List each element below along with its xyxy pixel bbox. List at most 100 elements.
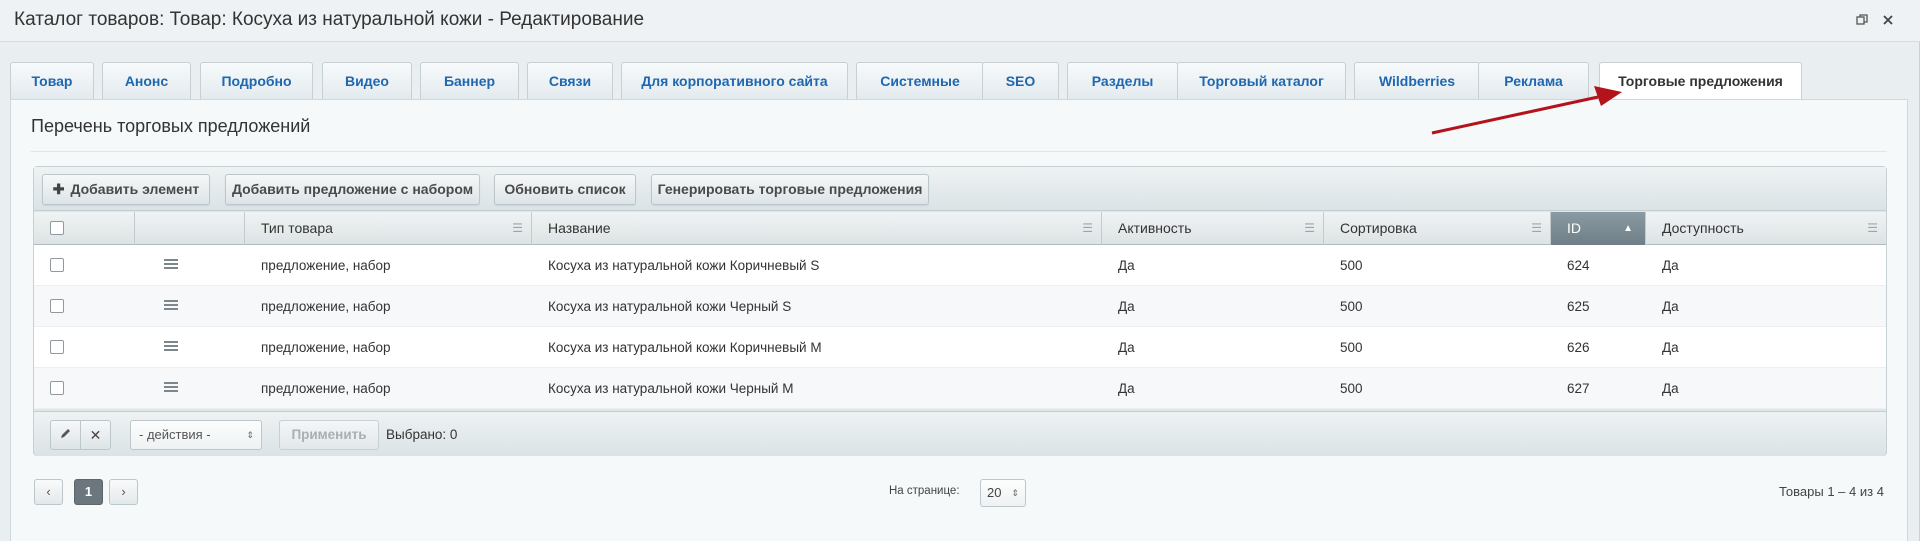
tab-system[interactable]: Системные xyxy=(856,62,984,99)
select-all-checkbox[interactable] xyxy=(50,221,64,235)
column-header-type-label: Тип товара xyxy=(261,220,333,236)
tab-video[interactable]: Видео xyxy=(322,62,412,99)
cell-availability: Да xyxy=(1662,381,1679,396)
section-divider xyxy=(31,151,1887,152)
cell-type: предложение, набор xyxy=(261,381,391,396)
column-header-sort-label: Сортировка xyxy=(1340,220,1417,236)
apply-button[interactable]: Применить xyxy=(279,420,379,450)
per-page-value: 20 xyxy=(987,485,1002,500)
cell-sort: 500 xyxy=(1340,340,1363,355)
tab-bar: Товар Анонс Подробно Видео Баннер Связи … xyxy=(10,62,1920,100)
window-titlebar: Каталог товаров: Товар: Косуха из натура… xyxy=(0,0,1920,42)
add-element-label: Добавить элемент xyxy=(70,181,200,197)
cell-sort: 500 xyxy=(1340,299,1363,314)
cell-id: 627 xyxy=(1567,381,1590,396)
cell-type: предложение, набор xyxy=(261,258,391,273)
edit-button[interactable] xyxy=(50,420,81,450)
cell-active: Да xyxy=(1118,340,1135,355)
table-row[interactable]: предложение, набор Косуха из натуральной… xyxy=(34,286,1886,327)
cell-id: 624 xyxy=(1567,258,1590,273)
table-row[interactable]: предложение, набор Косуха из натуральной… xyxy=(34,327,1886,368)
pager-next-button[interactable]: › xyxy=(109,479,138,505)
cell-sort: 500 xyxy=(1340,258,1363,273)
delete-button[interactable]: ✕ xyxy=(80,420,111,450)
tab-svyazi[interactable]: Связи xyxy=(527,62,613,99)
header-checkbox-cell xyxy=(34,212,135,245)
offers-grid: ✚ Добавить элемент Добавить предложение с… xyxy=(33,166,1887,456)
column-header-type[interactable]: Тип товара ☰ xyxy=(245,212,532,245)
close-icon-graphic xyxy=(1883,15,1893,25)
section-title: Перечень торговых предложений xyxy=(31,116,311,136)
selected-count: Выбрано: 0 xyxy=(386,427,458,442)
refresh-list-button[interactable]: Обновить список xyxy=(494,174,636,205)
tab-tovar[interactable]: Товар xyxy=(10,62,94,99)
cell-sort: 500 xyxy=(1340,381,1363,396)
restore-icon-graphic xyxy=(1856,14,1868,25)
close-icon[interactable] xyxy=(1880,13,1896,29)
tab-anons[interactable]: Анонс xyxy=(102,62,191,99)
edit-window: Каталог товаров: Товар: Косуха из натура… xyxy=(0,0,1920,541)
tab-sections[interactable]: Разделы xyxy=(1067,62,1178,99)
tab-podrobno[interactable]: Подробно xyxy=(200,62,313,99)
row-checkbox[interactable] xyxy=(50,381,64,395)
cell-name: Косуха из натуральной кожи Черный M xyxy=(548,381,794,396)
add-set-offer-button[interactable]: Добавить предложение с набором xyxy=(225,174,480,205)
tab-seo[interactable]: SEO xyxy=(982,62,1059,99)
tab-banner[interactable]: Баннер xyxy=(420,62,519,99)
column-header-id-label: ID xyxy=(1567,220,1581,236)
total-items: Товары 1 – 4 из 4 xyxy=(1779,484,1884,499)
column-menu-icon[interactable]: ☰ xyxy=(512,212,523,245)
tab-corporate-site[interactable]: Для корпоративного сайта xyxy=(621,62,848,99)
row-checkbox[interactable] xyxy=(50,258,64,272)
generate-offers-button[interactable]: Генерировать торговые предложения xyxy=(651,174,929,205)
row-menu-icon[interactable] xyxy=(164,341,178,351)
cell-availability: Да xyxy=(1662,299,1679,314)
column-menu-icon[interactable]: ☰ xyxy=(1082,212,1093,245)
cell-availability: Да xyxy=(1662,258,1679,273)
column-header-sort[interactable]: Сортировка ☰ xyxy=(1324,212,1551,245)
window-title: Каталог товаров: Товар: Косуха из натура… xyxy=(14,9,645,30)
tab-trade-catalog[interactable]: Торговый каталог xyxy=(1177,62,1346,99)
cell-id: 625 xyxy=(1567,299,1590,314)
cell-name: Косуха из натуральной кожи Коричневый S xyxy=(548,258,820,273)
cell-id: 626 xyxy=(1567,340,1590,355)
actions-select-value: - действия - xyxy=(139,427,211,442)
offers-panel: Перечень торговых предложений ✚ Добавить … xyxy=(10,99,1908,541)
table-row[interactable]: предложение, набор Косуха из натуральной… xyxy=(34,368,1886,409)
tab-advertising[interactable]: Реклама xyxy=(1478,62,1589,99)
column-header-name[interactable]: Название ☰ xyxy=(532,212,1102,245)
cell-type: предложение, набор xyxy=(261,299,391,314)
column-menu-icon[interactable]: ☰ xyxy=(1304,212,1315,245)
restore-icon[interactable] xyxy=(1854,13,1870,29)
column-menu-icon[interactable]: ☰ xyxy=(1531,212,1542,245)
add-element-button[interactable]: ✚ Добавить элемент xyxy=(42,174,210,205)
column-header-id[interactable]: ID ▲ xyxy=(1551,212,1646,245)
column-header-availability-label: Доступность xyxy=(1662,220,1744,236)
table-row[interactable]: предложение, набор Косуха из натуральной… xyxy=(34,245,1886,286)
close-icon: ✕ xyxy=(89,427,102,443)
row-menu-icon[interactable] xyxy=(164,259,178,269)
sort-asc-icon: ▲ xyxy=(1623,223,1633,234)
row-checkbox[interactable] xyxy=(50,299,64,313)
column-menu-icon[interactable]: ☰ xyxy=(1867,212,1878,245)
plus-icon: ✚ xyxy=(52,181,65,197)
actions-select[interactable]: - действия - ⇕ xyxy=(130,420,262,450)
tab-wildberries[interactable]: Wildberries xyxy=(1354,62,1480,99)
pencil-icon xyxy=(61,429,70,438)
cell-name: Косуха из натуральной кожи Коричневый M xyxy=(548,340,822,355)
per-page-select[interactable]: 20 ⇕ xyxy=(980,479,1026,507)
pager-page-1[interactable]: 1 xyxy=(74,479,103,505)
column-header-availability[interactable]: Доступность ☰ xyxy=(1646,212,1886,245)
cell-availability: Да xyxy=(1662,340,1679,355)
cell-name: Косуха из натуральной кожи Черный S xyxy=(548,299,792,314)
select-caret-icon: ⇕ xyxy=(246,430,254,440)
column-header-name-label: Название xyxy=(548,220,611,236)
tab-trade-offers[interactable]: Торговые предложения xyxy=(1599,62,1802,100)
grid-footer: ✕ - действия - ⇕ Применить Выбрано: 0 xyxy=(34,411,1886,456)
column-header-active[interactable]: Активность ☰ xyxy=(1102,212,1324,245)
pager-prev-button[interactable]: ‹ xyxy=(34,479,63,505)
row-menu-icon[interactable] xyxy=(164,382,178,392)
row-menu-icon[interactable] xyxy=(164,300,178,310)
row-checkbox[interactable] xyxy=(50,340,64,354)
header-actions-cell xyxy=(135,212,245,245)
